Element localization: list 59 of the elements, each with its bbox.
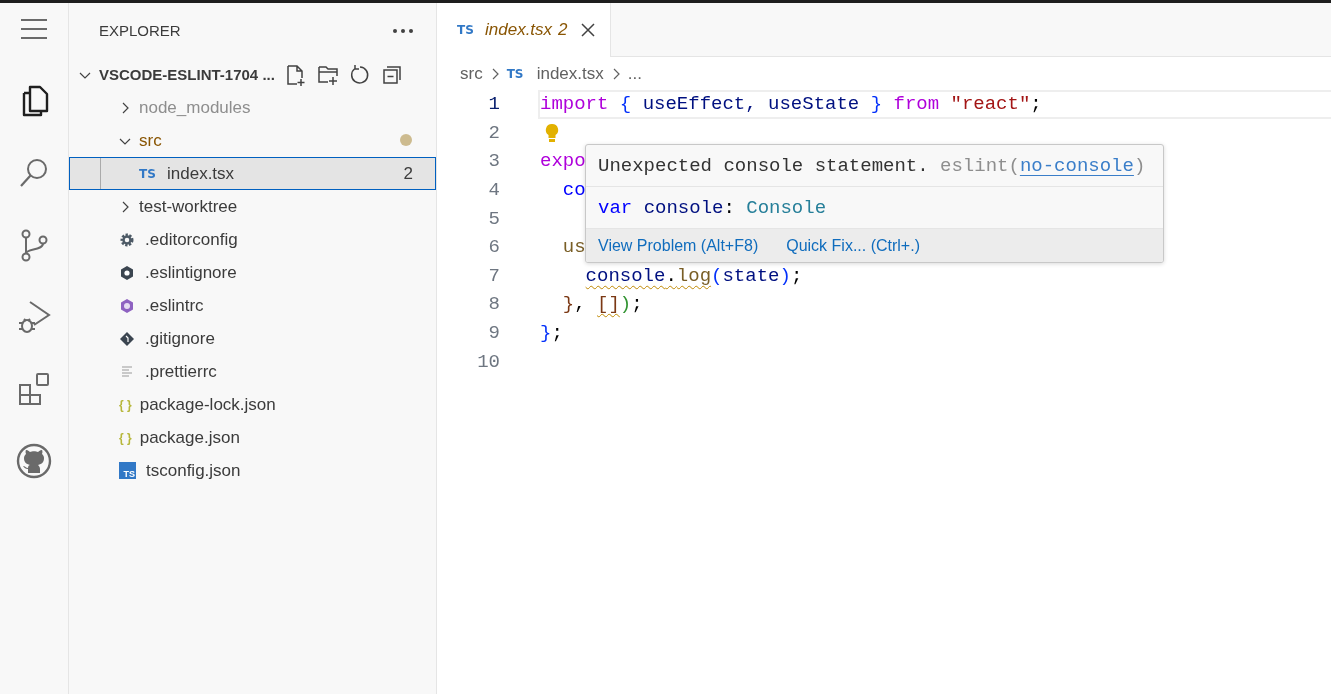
tree-item[interactable]: TS index.tsx 2	[69, 157, 436, 190]
rule-link[interactable]: no-console	[1019, 154, 1134, 177]
tree-item[interactable]: .eslintrc	[69, 289, 436, 322]
breadcrumb-item[interactable]: index.tsx	[536, 63, 604, 84]
refresh-icon[interactable]	[348, 63, 371, 86]
code-line: import { useEffect, useState } from "react";	[540, 93, 1042, 116]
github-icon[interactable]	[16, 443, 52, 479]
tree-item[interactable]: TS tsconfig.json	[69, 454, 436, 487]
typescript-icon: TS	[119, 462, 136, 479]
problem-count: 2	[403, 163, 413, 184]
code-line: console.log(state);	[584, 264, 803, 287]
gear-icon	[119, 231, 135, 248]
line-number: 10	[476, 350, 501, 373]
action-link[interactable]: Quick Fix... (Ctrl+.)	[786, 236, 920, 255]
breadcrumb-item[interactable]: ...	[627, 63, 642, 84]
code-line: expo	[540, 150, 586, 173]
code-line: us	[561, 236, 586, 259]
close-icon[interactable]	[579, 22, 596, 38]
run-debug-icon[interactable]	[16, 299, 52, 335]
code-line: };	[540, 322, 563, 345]
code-line: }, []);	[561, 293, 643, 316]
line-number: 9	[487, 322, 501, 345]
tree-item[interactable]: src	[69, 124, 436, 157]
braces-icon: { }	[119, 396, 132, 413]
braces-icon: { }	[119, 429, 132, 446]
new-folder-icon[interactable]	[316, 63, 339, 86]
collapse-all-icon[interactable]	[380, 63, 403, 86]
tree-item[interactable]: .eslintignore	[69, 256, 436, 289]
tree-item[interactable]: { } package-lock.json	[69, 388, 436, 421]
diamond-icon	[119, 330, 135, 347]
line-number: 1	[487, 93, 501, 116]
code-line: co	[561, 179, 586, 202]
tree-item[interactable]: .gitignore	[69, 322, 436, 355]
folder-header[interactable]: VSCODE-ESLINT-1704 ...	[69, 58, 436, 91]
line-number: 3	[487, 150, 501, 173]
line-number: 4	[487, 179, 501, 202]
line-number: 6	[487, 236, 501, 259]
editor-tab[interactable]: TS index.tsx 2	[437, 3, 611, 57]
hexagon-icon	[119, 264, 135, 281]
typescript-icon: TS	[139, 166, 163, 181]
text-lines-icon	[119, 363, 135, 380]
action-link[interactable]: View Problem (Alt+F8)	[598, 236, 759, 255]
panel-title: EXPLORER	[99, 22, 181, 39]
tree-item[interactable]: test-worktree	[69, 190, 436, 223]
type-signature: var console: Console	[598, 196, 827, 219]
more-icon[interactable]	[392, 27, 414, 34]
line-number: 2	[487, 121, 501, 144]
line-number: 5	[487, 207, 501, 230]
tree-item[interactable]: { } package.json	[69, 421, 436, 454]
hexagon-icon	[119, 297, 135, 314]
error-message: Unexpected console statement. eslint(no-console)	[598, 154, 1146, 177]
extensions-icon[interactable]	[16, 371, 52, 407]
breadcrumb-item[interactable]: src	[460, 63, 483, 84]
typescript-icon: TS	[506, 66, 531, 81]
line-number: 8	[487, 293, 501, 316]
tree-item[interactable]: .prettierrc	[69, 355, 436, 388]
line-number: 7	[487, 264, 501, 287]
tree-item[interactable]: .editorconfig	[69, 223, 436, 256]
new-file-icon[interactable]	[284, 63, 307, 86]
